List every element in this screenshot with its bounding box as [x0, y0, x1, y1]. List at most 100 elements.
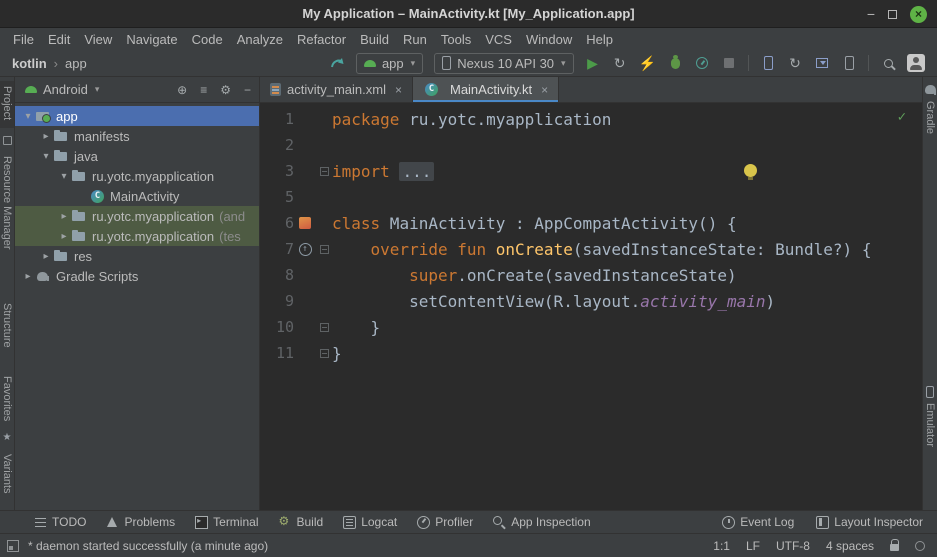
menu-view[interactable]: View — [77, 32, 119, 47]
fold-marker-icon[interactable] — [316, 167, 332, 176]
activity-gutter-icon[interactable] — [294, 217, 316, 229]
override-gutter-icon[interactable]: ↑ — [294, 243, 316, 256]
menu-vcs[interactable]: VCS — [478, 32, 519, 47]
close-tab-icon[interactable]: × — [541, 83, 548, 97]
toolwindow-logcat[interactable]: Logcat — [343, 515, 397, 529]
code-line-6[interactable]: 6class MainActivity : AppCompatActivity(… — [260, 210, 922, 236]
sdk-manager-button[interactable] — [814, 54, 830, 72]
file-encoding[interactable]: UTF-8 — [776, 539, 810, 553]
toolstripe-emulator[interactable]: Emulator — [923, 398, 937, 455]
toolstripe-structure[interactable]: Structure — [0, 298, 14, 356]
fold-marker-icon[interactable] — [316, 245, 332, 254]
run-config-selector[interactable]: app ▾ — [356, 53, 423, 74]
apply-changes-button[interactable]: ↻ — [612, 54, 628, 72]
tree-item-mainactivity[interactable]: CMainActivity — [15, 186, 259, 206]
code-line-10[interactable]: 10 } — [260, 314, 922, 340]
tree-chevron-icon[interactable]: ▾ — [39, 151, 53, 162]
tree-chevron-icon[interactable]: ▸ — [21, 271, 35, 282]
tree-item-ru-yotc-myapplication[interactable]: ▸ru.yotc.myapplication(and — [15, 206, 259, 226]
tree-item-ru-yotc-myapplication[interactable]: ▾ru.yotc.myapplication — [15, 166, 259, 186]
toolwindow-switcher-icon[interactable] — [7, 540, 19, 552]
toolstripe-gradle[interactable]: Gradle — [923, 96, 937, 142]
menu-edit[interactable]: Edit — [41, 32, 77, 47]
code-line-5[interactable]: 5 — [260, 184, 922, 210]
code-line-7[interactable]: 7↑ override fun onCreate(savedInstanceSt… — [260, 236, 922, 262]
device-manager-button[interactable] — [760, 54, 776, 72]
menu-refactor[interactable]: Refactor — [290, 32, 353, 47]
menu-build[interactable]: Build — [353, 32, 396, 47]
menu-tools[interactable]: Tools — [434, 32, 478, 47]
toolwindow-profiler[interactable]: Profiler — [417, 515, 473, 529]
title-bar[interactable]: My Application – MainActivity.kt [My_App… — [0, 0, 937, 28]
intention-bulb-icon[interactable] — [744, 164, 757, 177]
device-selector[interactable]: Nexus 10 API 30 ▾ — [434, 53, 573, 74]
caret-position[interactable]: 1:1 — [713, 539, 730, 553]
menu-help[interactable]: Help — [579, 32, 620, 47]
tree-item-app[interactable]: ▾app — [15, 106, 259, 126]
tree-chevron-icon[interactable]: ▸ — [39, 131, 53, 142]
tree-item-res[interactable]: ▸res — [15, 246, 259, 266]
menu-file[interactable]: File — [6, 32, 41, 47]
close-button[interactable]: × — [910, 6, 927, 23]
run-button[interactable]: ▶ — [585, 54, 601, 72]
toolstripe-resource-manager[interactable]: Resource Manager — [0, 151, 14, 258]
toolwindow-problems[interactable]: Problems — [106, 515, 175, 529]
toolwindow-todo[interactable]: TODO — [34, 515, 86, 529]
tree-item-ru-yotc-myapplication[interactable]: ▸ru.yotc.myapplication(tes — [15, 226, 259, 246]
toolstripe-variants[interactable]: Variants — [0, 449, 14, 502]
tree-item-java[interactable]: ▾java — [15, 146, 259, 166]
toolstripe-favorites[interactable]: Favorites — [0, 371, 14, 429]
code-line-9[interactable]: 9 setContentView(R.layout.activity_main) — [260, 288, 922, 314]
star-icon[interactable]: ★ — [3, 432, 12, 443]
toolwindow-event-log[interactable]: Event Log — [722, 515, 794, 529]
indent-setting[interactable]: 4 spaces — [826, 539, 874, 553]
menu-navigate[interactable]: Navigate — [119, 32, 184, 47]
debug-button[interactable] — [667, 54, 683, 72]
code-line-3[interactable]: 3import ... — [260, 158, 922, 184]
code-line-11[interactable]: 11} — [260, 340, 922, 366]
code-line-2[interactable]: 2 — [260, 132, 922, 158]
profile-button[interactable] — [694, 54, 710, 72]
avd-manager-button[interactable] — [841, 54, 857, 72]
tree-chevron-icon[interactable]: ▾ — [57, 171, 71, 182]
tree-item-manifests[interactable]: ▸manifests — [15, 126, 259, 146]
notifications-icon[interactable] — [915, 541, 925, 551]
minimize-button[interactable]: − — [867, 6, 875, 22]
line-separator[interactable]: LF — [746, 539, 760, 553]
tree-chevron-icon[interactable]: ▸ — [57, 211, 71, 222]
menu-code[interactable]: Code — [185, 32, 230, 47]
menu-analyze[interactable]: Analyze — [230, 32, 290, 47]
navigate-swoosh-icon[interactable] — [329, 54, 345, 72]
breadcrumb-module[interactable]: kotlin — [12, 56, 47, 71]
toolwindow-layout-inspector[interactable]: Layout Inspector — [816, 515, 923, 529]
tab-activity-main-xml[interactable]: activity_main.xml × — [260, 77, 413, 102]
fold-marker-icon[interactable] — [316, 323, 332, 332]
gear-icon[interactable]: ⚙ — [220, 83, 231, 97]
toolwindow-app-inspection[interactable]: App Inspection — [493, 515, 590, 529]
restore-button[interactable] — [888, 6, 897, 22]
fold-marker-icon[interactable] — [316, 349, 332, 358]
collapse-all-icon[interactable]: ≡ — [200, 83, 207, 97]
code-line-8[interactable]: 8 super.onCreate(savedInstanceState) — [260, 262, 922, 288]
hide-panel-icon[interactable]: − — [244, 83, 251, 97]
toolwindow-build[interactable]: Build — [279, 515, 324, 529]
code-editor[interactable]: ✓ 1package ru.yotc.myapplication23import… — [260, 103, 922, 510]
breadcrumb-folder[interactable]: app — [65, 56, 87, 71]
lock-icon[interactable] — [890, 544, 899, 551]
tab-mainactivity-kt[interactable]: C MainActivity.kt × — [413, 77, 559, 102]
tree-chevron-icon[interactable]: ▾ — [21, 111, 35, 122]
toolwindow-terminal[interactable]: Terminal — [195, 515, 258, 529]
sync-gradle-button[interactable]: ↻ — [787, 54, 803, 72]
menu-window[interactable]: Window — [519, 32, 579, 47]
tree-chevron-icon[interactable]: ▸ — [57, 231, 71, 242]
tree-item-gradle-scripts[interactable]: ▸Gradle Scripts — [15, 266, 259, 286]
menu-run[interactable]: Run — [396, 32, 434, 47]
profile-avatar[interactable] — [907, 54, 925, 72]
stop-button[interactable] — [721, 54, 737, 72]
bookmark-icon[interactable] — [3, 136, 12, 145]
apply-code-changes-button[interactable]: ⚡ — [639, 54, 656, 72]
close-tab-icon[interactable]: × — [395, 83, 402, 97]
tree-chevron-icon[interactable]: ▸ — [39, 251, 53, 262]
code-line-1[interactable]: 1package ru.yotc.myapplication — [260, 106, 922, 132]
search-everywhere-button[interactable] — [880, 54, 896, 72]
